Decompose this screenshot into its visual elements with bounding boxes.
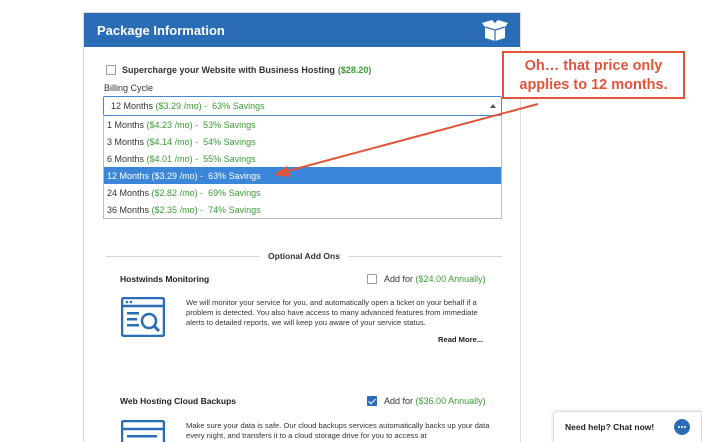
chat-widget[interactable]: Need help? Chat now! (553, 411, 702, 442)
option-term: 24 Months (107, 187, 150, 198)
add-price: ($36.00 Annually) (415, 396, 486, 406)
panel-header: Package Information (84, 13, 520, 47)
option-price: ($2.35 /mo) (151, 204, 198, 215)
callout-line-1: Oh… that price only (524, 58, 663, 74)
supercharge-checkbox[interactable] (106, 65, 116, 75)
option-term: 36 Months (107, 204, 150, 215)
billing-option-36-months[interactable]: 36 Months ($2.35 /mo) - 74% Savings (104, 201, 501, 218)
billing-cycle-options: 1 Months ($4.23 /mo) - 53% Savings 3 Mon… (103, 116, 502, 219)
option-savings: - 74% Savings (197, 204, 261, 215)
option-savings: - 54% Savings (192, 136, 256, 147)
option-price: ($2.82 /mo) (151, 187, 198, 198)
package-information-panel: Package Information Supercharge your Web… (83, 12, 521, 442)
option-savings: - 63% Savings (197, 170, 261, 181)
add-label: Add for (384, 274, 414, 284)
addon-title-backups: Web Hosting Cloud Backups (120, 396, 237, 406)
addon-checkbox-backups[interactable]: Add for ($36.00 Annually) (367, 396, 486, 406)
option-savings: - 53% Savings (192, 119, 256, 130)
annotation-callout: Oh… that price only applies to 12 months… (502, 51, 685, 99)
add-label: Add for (384, 396, 414, 406)
option-term: 6 Months (107, 153, 145, 164)
option-price: ($4.14 /mo) (146, 136, 193, 147)
billing-option-24-months[interactable]: 24 Months ($2.82 /mo) - 69% Savings (104, 184, 501, 201)
billing-option-12-months[interactable]: 12 Months ($3.29 /mo) - 63% Savings (104, 167, 501, 184)
billing-option-3-months[interactable]: 3 Months ($4.14 /mo) - 54% Savings (104, 133, 501, 150)
option-price: ($3.29 /mo) (151, 170, 198, 181)
read-more-link[interactable]: Read More... (438, 335, 483, 344)
monitoring-checkbox[interactable] (367, 274, 377, 284)
option-savings: - 69% Savings (197, 187, 261, 198)
option-term: 3 Months (107, 136, 145, 147)
addon-checkbox-monitoring[interactable]: Add for ($24.00 Annually) (367, 274, 486, 284)
billing-cycle-select[interactable]: 12 Months ($3.29 /mo) - 63% Savings (103, 96, 502, 116)
billing-cycle-label: Billing Cycle (104, 83, 154, 93)
select-term: 12 Months (111, 101, 154, 111)
supercharge-price: ($28.20) (337, 65, 372, 75)
select-price: ($3.29 /mo) (155, 101, 202, 111)
addon-title-monitoring: Hostwinds Monitoring (120, 274, 210, 284)
option-savings: - 55% Savings (192, 153, 256, 164)
option-price: ($4.23 /mo) (146, 119, 193, 130)
select-savings: - 63% Savings (201, 101, 265, 111)
backups-checkbox[interactable] (367, 396, 377, 406)
supercharge-row[interactable]: Supercharge your Website with Business H… (106, 65, 371, 75)
chat-label: Need help? Chat now! (565, 422, 655, 432)
billing-option-6-months[interactable]: 6 Months ($4.01 /mo) - 55% Savings (104, 150, 501, 167)
billing-option-1-month[interactable]: 1 Months ($4.23 /mo) - 53% Savings (104, 116, 501, 133)
callout-line-2: applies to 12 months. (519, 77, 668, 93)
option-price: ($4.01 /mo) (146, 153, 193, 164)
divider (347, 255, 502, 257)
addon-description-backups: Make sure your data is safe. Our cloud b… (186, 421, 490, 440)
supercharge-label: Supercharge your Website with Business H… (122, 65, 335, 75)
backup-icon (121, 420, 165, 442)
chat-bubble-icon[interactable] (674, 419, 690, 435)
addons-heading-text: Optional Add Ons (268, 251, 340, 261)
package-box-icon (482, 20, 508, 41)
add-price: ($24.00 Annually) (415, 274, 486, 284)
chevron-up-icon (490, 104, 496, 108)
option-term: 1 Months (107, 119, 145, 130)
monitor-search-icon (121, 297, 165, 337)
panel-title: Package Information (97, 23, 225, 38)
optional-addons-heading: Optional Add Ons (106, 251, 502, 261)
divider (106, 255, 261, 257)
addon-description-monitoring: We will monitor your service for you, an… (186, 298, 478, 327)
option-term: 12 Months (107, 170, 150, 181)
